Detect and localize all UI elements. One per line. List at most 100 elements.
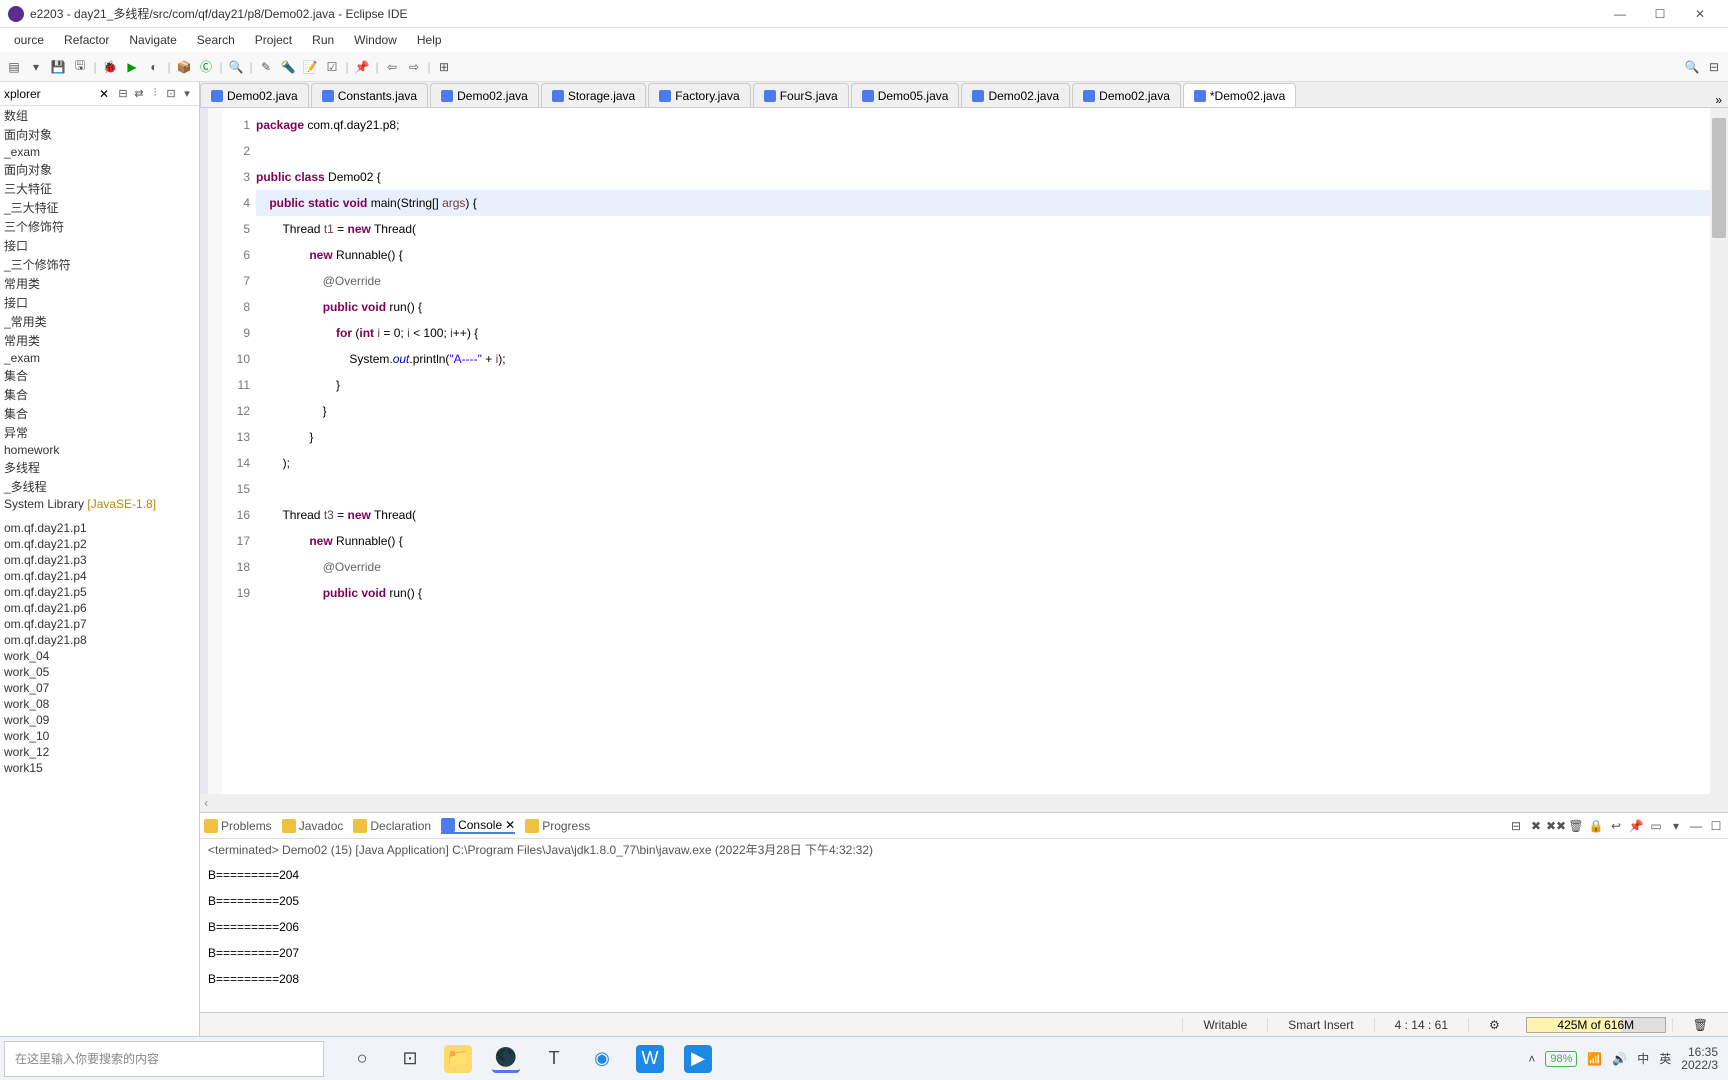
annotation-icon[interactable]: 📝	[300, 57, 320, 77]
forward-icon[interactable]: ⇨	[404, 57, 424, 77]
search-icon[interactable]: 🔍	[1682, 57, 1702, 77]
editor-tab[interactable]: Demo02.java	[1072, 83, 1181, 107]
close-button[interactable]: ✕	[1680, 3, 1720, 25]
work-item[interactable]: work_10	[0, 728, 199, 744]
package-item[interactable]: om.qf.day21.p8	[0, 632, 199, 648]
tree-item[interactable]: 多线程	[0, 458, 199, 477]
jre-library[interactable]: System Library [JavaSE-1.8]	[0, 496, 199, 512]
tree-item[interactable]: 异常	[0, 423, 199, 442]
horizontal-scrollbar[interactable]: ‹	[200, 794, 1728, 812]
editor-tab[interactable]: Storage.java	[541, 83, 646, 107]
display-console-icon[interactable]: ▭	[1648, 818, 1664, 834]
tree-item[interactable]: _三个修饰符	[0, 255, 199, 274]
tree-item[interactable]: 面向对象	[0, 160, 199, 179]
editor-tab[interactable]: Demo05.java	[851, 83, 960, 107]
scrollbar-thumb[interactable]	[1712, 118, 1726, 238]
package-item[interactable]: om.qf.day21.p2	[0, 536, 199, 552]
windows-search[interactable]: 在这里输入你要搜索的内容	[4, 1041, 324, 1077]
run-icon[interactable]: ▶	[122, 57, 142, 77]
tree-item[interactable]: 三个修饰符	[0, 217, 199, 236]
maximize-view-icon[interactable]: ☐	[1708, 818, 1724, 834]
remove-all-icon[interactable]: ✖✖	[1548, 818, 1564, 834]
heap-status[interactable]: 425M of 616M	[1526, 1017, 1666, 1033]
package-item[interactable]: om.qf.day21.p5	[0, 584, 199, 600]
battery-status[interactable]: 98%	[1545, 1051, 1577, 1067]
package-item[interactable]: om.qf.day21.p7	[0, 616, 199, 632]
minimize-button[interactable]: —	[1600, 3, 1640, 25]
tray-chevron-icon[interactable]: ˄	[1528, 1052, 1535, 1066]
save-icon[interactable]: 💾	[48, 57, 68, 77]
menu-window[interactable]: Window	[344, 33, 407, 47]
more-tabs-icon[interactable]: »	[1709, 93, 1728, 107]
new-icon[interactable]: ▤	[4, 57, 24, 77]
network-icon[interactable]: 📶	[1587, 1052, 1602, 1066]
tree-item[interactable]: 数组	[0, 106, 199, 125]
tree-item[interactable]: 面向对象	[0, 125, 199, 144]
work-item[interactable]: work_08	[0, 696, 199, 712]
save-all-icon[interactable]: 🖫	[70, 57, 90, 77]
work-item[interactable]: work_04	[0, 648, 199, 664]
remove-launch-icon[interactable]: ✖	[1528, 818, 1544, 834]
pin-icon[interactable]: 📌	[352, 57, 372, 77]
package-item[interactable]: om.qf.day21.p6	[0, 600, 199, 616]
build-icon[interactable]: ⚙	[1468, 1018, 1520, 1032]
new-class-icon[interactable]: Ⓒ	[196, 57, 216, 77]
file-explorer-icon[interactable]: 📁	[444, 1045, 472, 1073]
editor-tab[interactable]: Factory.java	[648, 83, 750, 107]
new-package-icon[interactable]: 📦	[174, 57, 194, 77]
minimize-view-icon[interactable]: —	[1688, 818, 1704, 834]
open-type-icon[interactable]: 🔍	[226, 57, 246, 77]
editor-tab[interactable]: Constants.java	[311, 83, 428, 107]
clock[interactable]: 16:35 2022/3	[1681, 1046, 1718, 1072]
menu-ource[interactable]: ource	[4, 33, 54, 47]
tree-item[interactable]: _exam	[0, 350, 199, 366]
clear-console-icon[interactable]: 🗑	[1568, 818, 1584, 834]
browser-icon[interactable]: ◉	[588, 1045, 616, 1073]
ime-en[interactable]: 英	[1659, 1050, 1671, 1067]
filter-icon[interactable]: ⫶	[147, 86, 163, 102]
code-content[interactable]: package com.qf.day21.p8; public class De…	[256, 108, 1710, 794]
text-app-icon[interactable]: T	[540, 1045, 568, 1073]
menu-help[interactable]: Help	[407, 33, 452, 47]
editor-tab[interactable]: Demo02.java	[430, 83, 539, 107]
focus-icon[interactable]: ⊡	[163, 86, 179, 102]
bottom-tab-javadoc[interactable]: Javadoc	[282, 819, 344, 833]
tree-item[interactable]: 接口	[0, 293, 199, 312]
tree-item[interactable]: _exam	[0, 144, 199, 160]
work-item[interactable]: work15	[0, 760, 199, 776]
bottom-tab-console[interactable]: Console ✕	[441, 818, 515, 834]
maximize-button[interactable]: ☐	[1640, 3, 1680, 25]
explorer-close-icon[interactable]: ✕	[99, 87, 109, 101]
wand-icon[interactable]: ✎	[256, 57, 276, 77]
collapse-all-icon[interactable]: ⊟	[115, 86, 131, 102]
tree-item[interactable]: 三大特征	[0, 179, 199, 198]
volume-icon[interactable]: 🔊	[1612, 1052, 1627, 1066]
debug-icon[interactable]: 🐞	[100, 57, 120, 77]
code-editor[interactable]: 12345678910111213141516171819 package co…	[200, 108, 1728, 794]
terminate-all-icon[interactable]: ⊟	[1508, 818, 1524, 834]
cortana-icon[interactable]: ○	[348, 1045, 376, 1073]
bottom-tab-progress[interactable]: Progress	[525, 819, 590, 833]
search-toolbar-icon[interactable]: 🔦	[278, 57, 298, 77]
tree-item[interactable]: _三大特征	[0, 198, 199, 217]
vertical-scrollbar[interactable]	[1710, 108, 1728, 794]
package-item[interactable]: om.qf.day21.p3	[0, 552, 199, 568]
wps-icon[interactable]: W	[636, 1045, 664, 1073]
tree-item[interactable]: _常用类	[0, 312, 199, 331]
package-item[interactable]: om.qf.day21.p1	[0, 520, 199, 536]
dropdown-icon[interactable]: ▾	[26, 57, 46, 77]
ime-cn[interactable]: 中	[1637, 1050, 1649, 1067]
tree-item[interactable]: 常用类	[0, 274, 199, 293]
tree-item[interactable]: homework	[0, 442, 199, 458]
bottom-tab-problems[interactable]: Problems	[204, 819, 272, 833]
work-item[interactable]: work_05	[0, 664, 199, 680]
bottom-tab-declaration[interactable]: Declaration	[353, 819, 431, 833]
work-item[interactable]: work_12	[0, 744, 199, 760]
open-perspective-icon[interactable]: ⊟	[1704, 57, 1724, 77]
tree-item[interactable]: 集合	[0, 366, 199, 385]
coverage-icon[interactable]: ◐	[144, 57, 164, 77]
work-item[interactable]: work_09	[0, 712, 199, 728]
tree-item[interactable]: 集合	[0, 404, 199, 423]
tree-item[interactable]: _多线程	[0, 477, 199, 496]
open-console-icon[interactable]: ▾	[1668, 818, 1684, 834]
